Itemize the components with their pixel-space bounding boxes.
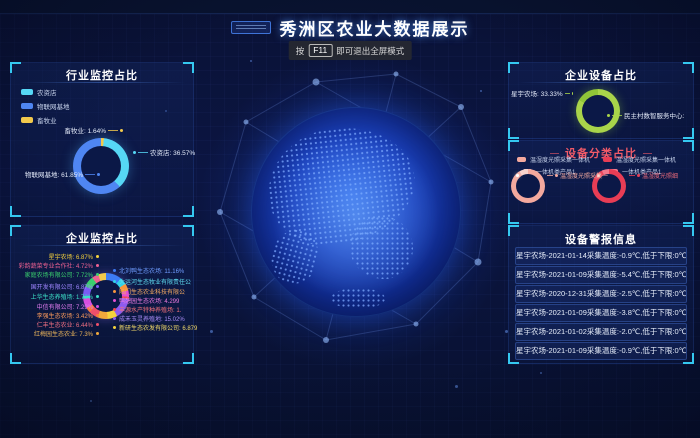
globe-core-glow bbox=[251, 107, 461, 317]
industry-donut-chart[interactable] bbox=[73, 138, 129, 194]
alarm-row: 星宇农场-2021-01-09采集温度:-3.8℃,低于下限:0℃ bbox=[515, 304, 687, 322]
particle-dot bbox=[480, 90, 482, 92]
tip-suffix: 即可退出全屏模式 bbox=[336, 45, 404, 57]
particle-dot bbox=[90, 400, 92, 402]
dashboard: 秀洲区农业大数据展示 按 F11 即可退出全屏模式 bbox=[0, 0, 700, 438]
legend-swatch bbox=[21, 103, 33, 109]
legend-swatch bbox=[517, 157, 526, 162]
title-divider bbox=[19, 245, 185, 246]
legend-swatch bbox=[21, 117, 33, 123]
title-divider bbox=[19, 82, 185, 83]
legend-label: 农资店 bbox=[37, 87, 57, 97]
em-label: 星宇农场: 6.87% bbox=[13, 252, 99, 261]
legend-label: 物联网基地 bbox=[37, 101, 70, 111]
legend-swatch bbox=[603, 157, 612, 162]
alarm-row: 星宇农场-2021-01-09采集温度:-0.9℃,低于下限:0℃ bbox=[515, 342, 687, 360]
em-label: 新研生态农发有限公司: 6.879 bbox=[113, 323, 197, 332]
top-bar bbox=[0, 0, 700, 14]
panel-title: 企业监控占比 bbox=[11, 230, 193, 246]
alarm-row: 星宇农场-2020-12-31采集温度:-2.5℃,低于下限:0℃ bbox=[515, 285, 687, 303]
panel-title: 企业设备占比 bbox=[509, 67, 693, 83]
header-logo-badge bbox=[231, 21, 271, 34]
category-donut-left[interactable] bbox=[511, 169, 545, 203]
em-label: 上华生态养殖场: 1.72% bbox=[13, 292, 99, 301]
panel-device-category: 设备分类占比 温湿度光照采集一体机 一体机类产品1 温湿度光照采集一体机 一体机… bbox=[508, 140, 694, 224]
header: 秀洲区农业大数据展示 bbox=[0, 15, 700, 40]
callout-minzhu-center: 民主村数智服务中心: bbox=[607, 110, 684, 120]
tip-prefix: 按 bbox=[296, 45, 305, 57]
em-label: 成禾玉灵养殖地: 15.02% bbox=[113, 314, 185, 323]
particle-dot bbox=[540, 372, 542, 374]
particle-dot bbox=[455, 385, 458, 388]
callout-xingyu-farm: 星宇农场: 33.33% bbox=[511, 88, 573, 98]
page-title: 秀洲区农业大数据展示 bbox=[280, 15, 470, 40]
panel-alarms: 设备警报信息 星宇农场-2021-01-14采集温度:-0.9℃,低于下限:0℃… bbox=[508, 225, 694, 364]
callout-right-device: 温湿度光照细 bbox=[629, 171, 678, 180]
legend-swatch bbox=[21, 89, 33, 95]
panel-title: 行业监控占比 bbox=[11, 67, 193, 83]
callout-iot-base: 物联网基地: 61.85% bbox=[25, 169, 100, 179]
industry-legend: 农资店 物联网基地 畜牧业 bbox=[21, 87, 70, 125]
title-divider bbox=[517, 82, 685, 83]
em-label: 大运河生态牧业有限责任公 bbox=[113, 277, 191, 286]
legend-item[interactable]: 温湿度光照采集一体机 bbox=[517, 155, 590, 164]
particle-dot bbox=[210, 330, 213, 333]
callout-left-device: 温湿度光照采集一 bbox=[547, 171, 608, 180]
em-label: 鸭憩园生态农场: 4.299 bbox=[113, 296, 179, 305]
legend-item[interactable]: 农资店 bbox=[21, 87, 70, 97]
legend-label: 畜牧业 bbox=[37, 115, 57, 125]
panel-industry-monitor: 行业监控占比 农资店 物联网基地 畜牧业 畜牧业: 1.64% bbox=[10, 62, 194, 217]
callout-livestock: 畜牧业: 1.64% bbox=[31, 125, 123, 135]
em-label: 红梅园生态农业: 7.3% bbox=[13, 329, 99, 338]
em-label: 陆门生态农业科技有限公 bbox=[113, 287, 185, 296]
em-label: 北刘鸭生态农场: 11.16% bbox=[113, 266, 184, 275]
alarm-row: 星宇农场-2021-01-09采集温度:-5.4℃,低于下限:0℃ bbox=[515, 266, 687, 284]
panel-enterprise-device: 企业设备占比 星宇农场: 33.33% 民主村数智服务中心: bbox=[508, 62, 694, 139]
panel-enterprise-monitor: 企业监控占比 星宇农场: 6.87% 彩韵蔬菜专业合作社: 4.72% 家庭农场… bbox=[10, 225, 194, 364]
globe bbox=[251, 107, 461, 317]
alarm-row: 星宇农场-2021-01-02采集温度:-2.0℃,低于下限:0℃ bbox=[515, 323, 687, 341]
em-label: 家庭农场有限公司: 7.72% bbox=[13, 270, 99, 279]
callout-agri-store: 农资店: 36.57% bbox=[133, 147, 195, 157]
em-label: 国开发有限公司: 6.87% bbox=[13, 282, 99, 291]
em-label: 丰源水产特种养殖场: 1. bbox=[113, 305, 181, 314]
legend-item[interactable]: 畜牧业 bbox=[21, 115, 70, 125]
legend-item[interactable]: 温湿度光照采集一体机 bbox=[603, 155, 676, 164]
panel-title: 设备警报信息 bbox=[509, 231, 693, 247]
alarm-row: 星宇农场-2021-01-14采集温度:-0.9℃,低于下限:0℃ bbox=[515, 247, 687, 265]
em-label: 彩韵蔬菜专业合作社: 4.72% bbox=[13, 261, 99, 270]
em-label: 仁丰生态农业: 6.44% bbox=[13, 320, 99, 329]
legend-item[interactable]: 物联网基地 bbox=[21, 101, 70, 111]
em-label: 李强生态农场: 3.42% bbox=[13, 311, 99, 320]
f11-keycap: F11 bbox=[308, 44, 332, 57]
em-label: 中信有限公司: 7.29% bbox=[13, 302, 99, 311]
particle-dot bbox=[250, 60, 252, 62]
fullscreen-exit-tooltip: 按 F11 即可退出全屏模式 bbox=[289, 41, 412, 60]
